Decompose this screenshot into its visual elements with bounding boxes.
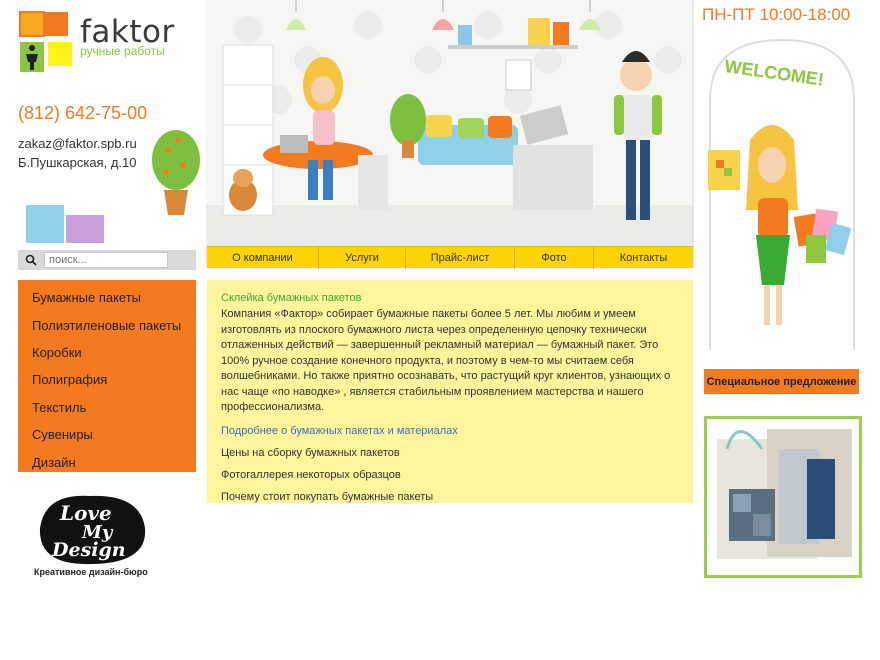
- search-bar: [18, 250, 196, 270]
- partner-logo-line3: Design: [51, 539, 126, 561]
- nav-item-about[interactable]: О компании: [207, 247, 319, 269]
- content-body: Компания «Фактор» собирает бумажные паке…: [221, 308, 671, 413]
- page: faktor ручные работы (812) 642-75-00 zak…: [0, 0, 880, 660]
- welcome-illustration: WELCOME!: [702, 30, 862, 350]
- link-prices[interactable]: Цены на сборку бумажных пакетов: [221, 447, 679, 459]
- more-link[interactable]: Подробнее о бумажных пакетах и материала…: [221, 425, 679, 437]
- menu-item-design[interactable]: Дизайн: [18, 448, 196, 475]
- special-offer-image[interactable]: [704, 416, 862, 578]
- menu-item-plastic-bags[interactable]: Полиэтиленовые пакеты: [18, 311, 196, 338]
- search-input[interactable]: [44, 252, 168, 268]
- link-gallery[interactable]: Фотогаллерея некоторых образцов: [221, 469, 679, 481]
- menu-item-textile[interactable]: Текстиль: [18, 394, 196, 421]
- logo-tagline: ручные работы: [80, 44, 165, 58]
- link-why-buy[interactable]: Почему стоит покупать бумажные пакеты: [221, 491, 679, 503]
- nav-item-photo[interactable]: Фото: [515, 247, 594, 269]
- special-offer-button[interactable]: Специальное предложение: [704, 369, 859, 394]
- menu-item-boxes[interactable]: Коробки: [18, 339, 196, 366]
- partner-caption: Креативное дизайн-бюро: [34, 567, 148, 577]
- phone-number: (812) 642-75-00: [18, 103, 148, 123]
- top-nav: О компании Услуги Прайс-лист Фото Контак…: [207, 246, 693, 269]
- welcome-text: WELCOME!: [723, 56, 825, 90]
- email-link[interactable]: zakaz@faktor.spb.ru: [18, 136, 137, 151]
- search-icon[interactable]: [18, 254, 44, 266]
- menu-item-printing[interactable]: Полиграфия: [18, 366, 196, 393]
- main-content: Склейка бумажных пакетов Компания «Факто…: [207, 280, 693, 503]
- logo[interactable]: faktor ручные работы: [18, 10, 178, 80]
- nav-item-services[interactable]: Услуги: [319, 247, 406, 269]
- menu-item-souvenirs[interactable]: Сувениры: [18, 421, 196, 448]
- menu-item-paper-bags[interactable]: Бумажные пакеты: [18, 284, 196, 311]
- logo-mark: [18, 10, 76, 76]
- category-menu: Бумажные пакеты Полиэтиленовые пакеты Ко…: [18, 280, 196, 472]
- nav-item-contacts[interactable]: Контакты: [594, 247, 693, 269]
- working-hours: ПН-ПТ 10:00-18:00: [702, 5, 851, 24]
- content-title: Склейка бумажных пакетов: [221, 292, 362, 304]
- address: Б.Пушкарская, д.10: [18, 155, 137, 170]
- nav-item-pricelist[interactable]: Прайс-лист: [406, 247, 515, 269]
